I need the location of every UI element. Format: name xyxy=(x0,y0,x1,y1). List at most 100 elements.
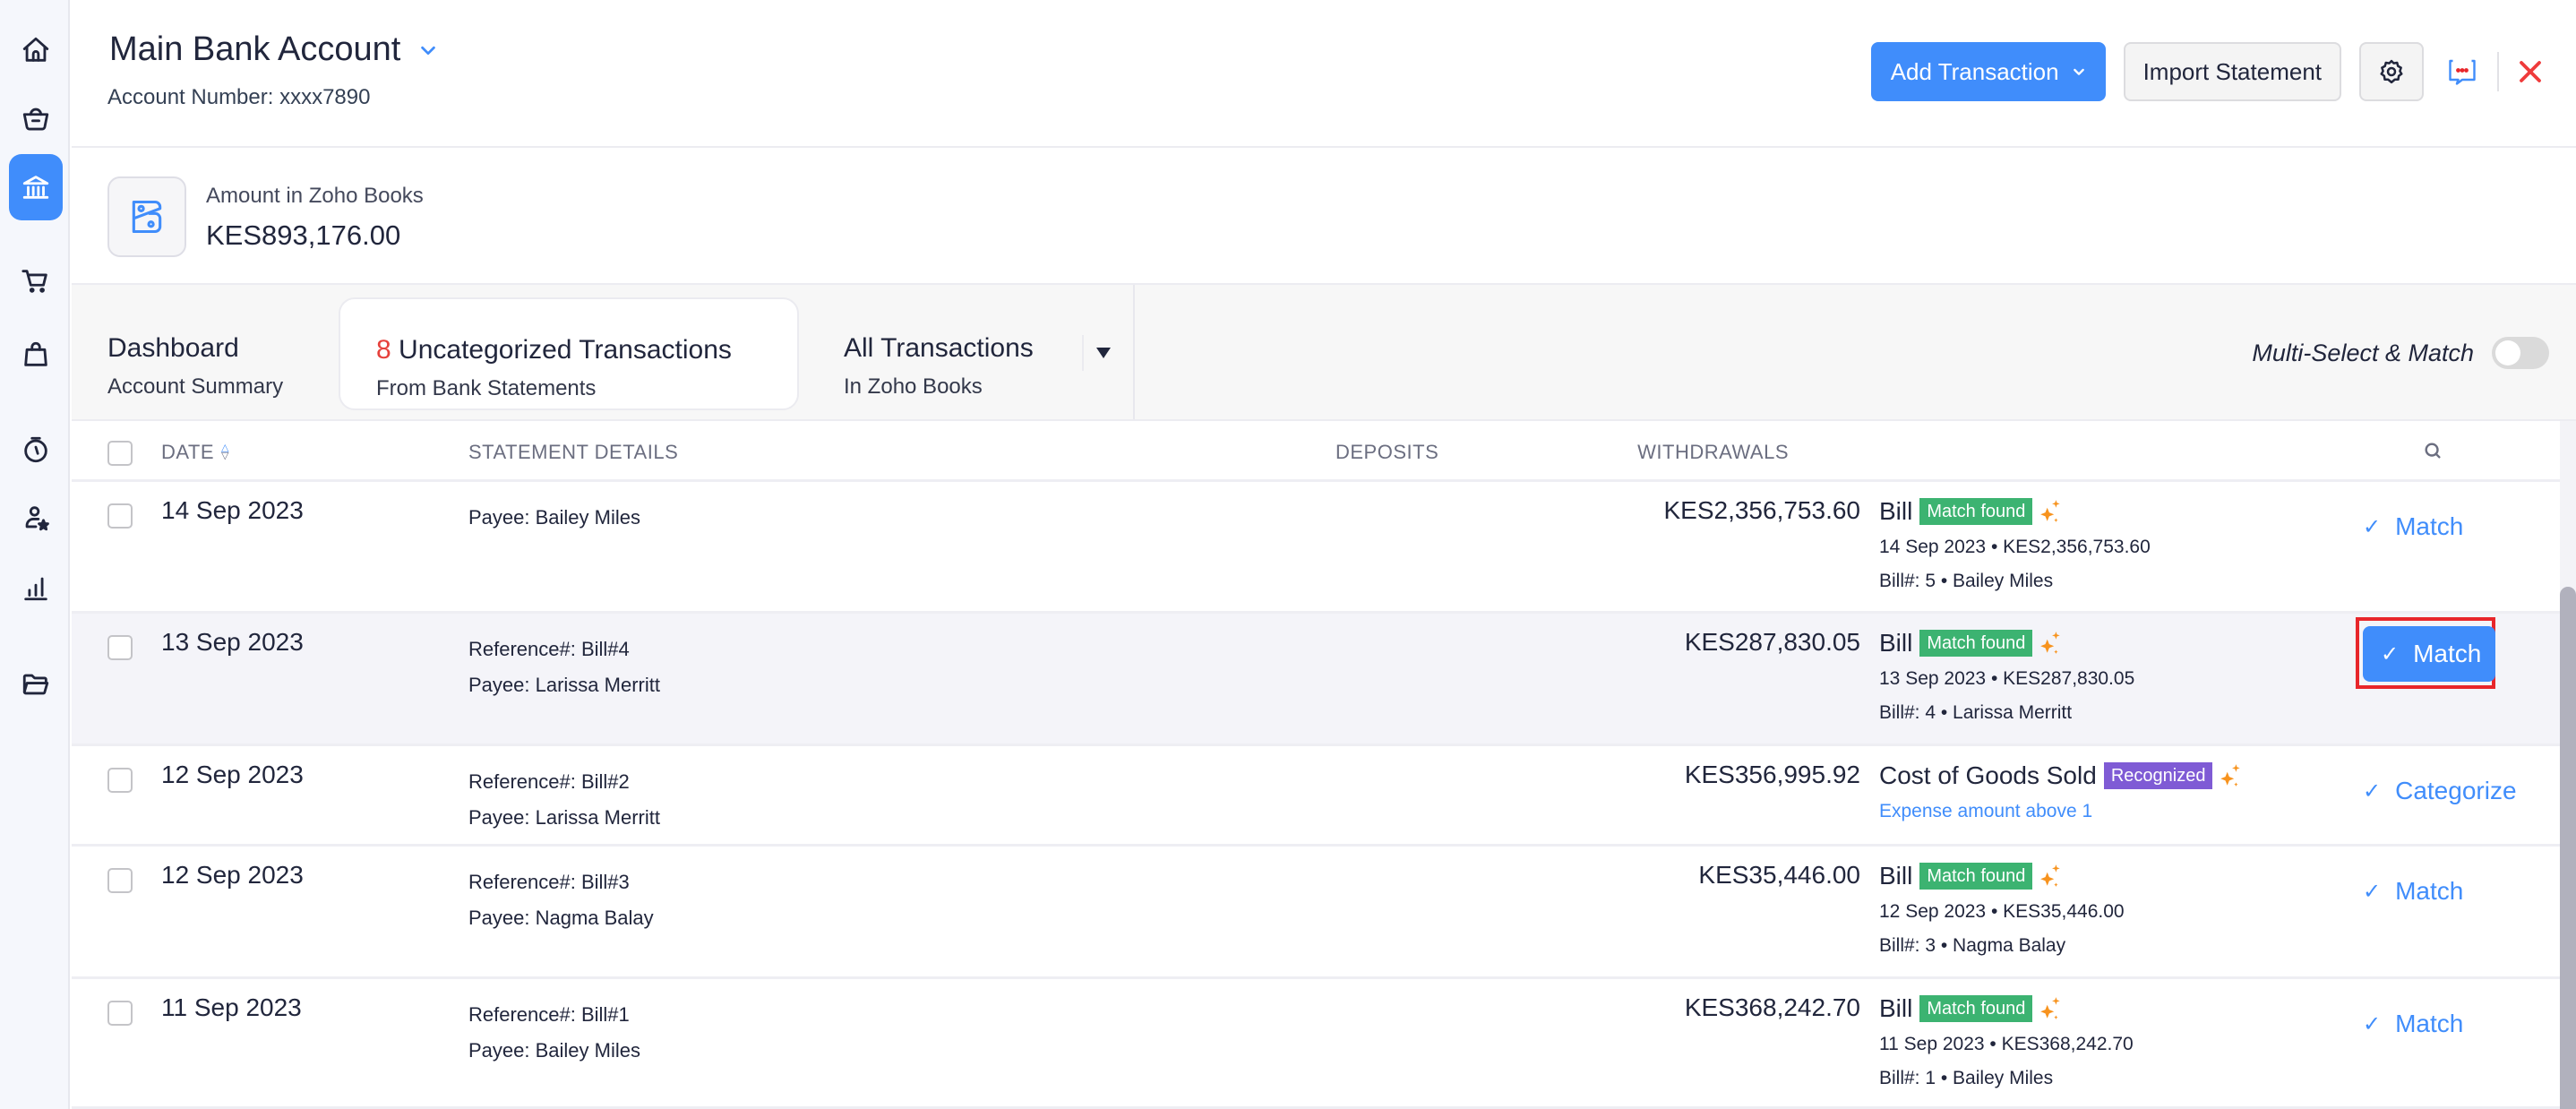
column-date-label: DATE xyxy=(161,441,215,463)
table-header: DATE △ ▽ STATEMENT DETAILS DEPOSITS WITHD… xyxy=(72,421,2560,482)
sidebar-item-items[interactable] xyxy=(9,91,63,145)
bar-chart-icon xyxy=(24,577,47,601)
match-suggestion: Bill Match found 11 Sep 2023 • KES368,24… xyxy=(1879,992,2134,1096)
sidebar-item-documents[interactable] xyxy=(9,658,63,711)
match-button[interactable]: ✓ Match xyxy=(2363,626,2496,682)
tab-dropdown-button[interactable] xyxy=(1082,335,1111,371)
withdrawal-amount: KES287,830.05 xyxy=(1684,628,1860,656)
sidebar-item-sales[interactable] xyxy=(9,254,63,308)
sidebar-item-home[interactable] xyxy=(9,23,63,77)
account-number: Account Number: xxxx7890 xyxy=(107,85,371,109)
tab-all-transactions[interactable]: All Transactions In Zoho Books xyxy=(844,297,1095,410)
column-date[interactable]: DATE △ ▽ xyxy=(161,441,229,464)
statement-detail-line: Payee: Larissa Merritt xyxy=(468,806,660,829)
chat-feedback-icon xyxy=(2449,59,2476,85)
amount-summary: Amount in Zoho Books KES893,176.00 xyxy=(72,148,2576,285)
match-detail-line: Bill#: 4 • Larissa Merritt xyxy=(1879,702,2073,723)
home-icon xyxy=(22,37,49,62)
sidebar-item-reports[interactable] xyxy=(9,561,63,615)
table-row[interactable]: 13 Sep 2023 Reference#: Bill#4 Payee: Lar… xyxy=(72,614,2560,746)
sidebar-item-time-tracking[interactable] xyxy=(9,423,63,477)
import-statement-button[interactable]: Import Statement xyxy=(2123,42,2341,101)
settings-button[interactable] xyxy=(2359,42,2424,101)
sidebar-item-purchases[interactable] xyxy=(9,328,63,382)
match-detail-line: Bill#: 3 • Nagma Balay xyxy=(1879,935,2066,956)
tab-all-title: All Transactions xyxy=(844,333,1034,363)
tab-all-subtitle: In Zoho Books xyxy=(844,374,983,399)
match-button[interactable]: ✓ Match xyxy=(2363,864,2483,918)
caret-down-icon xyxy=(1096,348,1111,358)
chevron-down-icon xyxy=(421,46,436,55)
tab-uncategorized[interactable]: 8 Uncategorized Transactions From Bank S… xyxy=(339,297,799,410)
statement-detail-line: Reference#: Bill#1 xyxy=(468,1003,630,1026)
sidebar-item-accountant[interactable] xyxy=(9,491,63,545)
statement-details: Reference#: Bill#4 Payee: Larissa Merritt xyxy=(468,632,660,703)
search-icon xyxy=(2425,443,2441,459)
row-checkbox[interactable] xyxy=(107,868,133,893)
ai-sparkle-icon xyxy=(2220,764,2241,787)
tab-dashboard-title: Dashboard xyxy=(107,333,239,363)
row-date: 12 Sep 2023 xyxy=(161,861,304,889)
statement-details: Reference#: Bill#1 Payee: Bailey Miles xyxy=(468,997,640,1069)
column-statement-details: STATEMENT DETAILS xyxy=(468,441,679,463)
shopping-bag-icon xyxy=(24,341,47,366)
match-detail-line: Bill#: 1 • Bailey Miles xyxy=(1879,1068,2054,1088)
withdrawal-amount: KES35,446.00 xyxy=(1698,861,1860,889)
table-search-button[interactable] xyxy=(2423,441,2443,465)
table-row[interactable]: 14 Sep 2023 Payee: Bailey Miles KES2,356… xyxy=(72,482,2560,614)
multi-select-label: Multi-Select & Match xyxy=(2252,339,2474,366)
row-date: 13 Sep 2023 xyxy=(161,628,304,656)
column-deposits: DEPOSITS xyxy=(1335,441,1439,463)
statement-detail-line: Reference#: Bill#3 xyxy=(468,871,630,893)
table-row[interactable]: 12 Sep 2023 Reference#: Bill#3 Payee: Nag… xyxy=(72,847,2560,979)
user-star-icon xyxy=(25,506,49,531)
tab-dashboard-subtitle: Account Summary xyxy=(107,374,284,399)
statement-details: Payee: Bailey Miles xyxy=(468,500,640,536)
select-all-checkbox[interactable] xyxy=(107,441,133,466)
sort-icon: △ ▽ xyxy=(221,443,230,461)
match-type: Bill xyxy=(1879,994,1913,1022)
account-switcher[interactable]: Main Bank Account xyxy=(109,30,438,69)
row-date: 11 Sep 2023 xyxy=(161,993,302,1021)
match-button[interactable]: ✓ Match xyxy=(2363,500,2483,554)
ai-sparkle-icon xyxy=(2040,500,2061,522)
ai-sparkle-icon xyxy=(2040,997,2061,1019)
table-row[interactable]: 11 Sep 2023 Reference#: Bill#1 Payee: Bai… xyxy=(72,979,2560,1109)
sidebar-item-banking[interactable] xyxy=(9,154,63,220)
add-transaction-button[interactable]: Add Transaction xyxy=(1870,42,2106,101)
table-row[interactable]: 12 Sep 2023 Reference#: Bill#2 Payee: Lar… xyxy=(72,746,2560,847)
action-label: Match xyxy=(2395,512,2464,540)
match-detail-line: 13 Sep 2023 • KES287,830.05 xyxy=(1879,668,2135,689)
ai-sparkle-icon xyxy=(2040,632,2061,654)
match-detail-line: 14 Sep 2023 • KES2,356,753.60 xyxy=(1879,537,2151,557)
statement-detail-line: Payee: Larissa Merritt xyxy=(468,674,660,696)
statement-detail-line: Payee: Bailey Miles xyxy=(468,506,640,529)
rule-link[interactable]: Expense amount above 1 xyxy=(1879,795,2243,829)
row-checkbox[interactable] xyxy=(107,635,133,660)
add-transaction-label: Add Transaction xyxy=(1890,57,2059,85)
amount-label: Amount in Zoho Books xyxy=(206,184,424,208)
match-type: Bill xyxy=(1879,497,1913,525)
match-type: Cost of Goods Sold xyxy=(1879,761,2097,789)
row-checkbox[interactable] xyxy=(107,768,133,793)
zoho-books-icon xyxy=(132,200,162,234)
header-divider xyxy=(2497,52,2499,91)
row-checkbox[interactable] xyxy=(107,1001,133,1026)
close-button[interactable] xyxy=(2508,49,2553,94)
scrollbar-thumb[interactable] xyxy=(2560,587,2576,1109)
tab-dashboard[interactable]: Dashboard Account Summary xyxy=(107,297,322,410)
check-icon: ✓ xyxy=(2363,879,2382,904)
multi-select-toggle[interactable] xyxy=(2492,337,2549,369)
row-checkbox[interactable] xyxy=(107,503,133,529)
chevron-down-icon xyxy=(2073,68,2084,75)
zoho-books-logo xyxy=(107,176,186,257)
status-badge: Match found xyxy=(1919,995,2033,1022)
ai-sparkle-icon xyxy=(2040,864,2061,887)
statement-detail-line: Payee: Bailey Miles xyxy=(468,1039,640,1062)
match-button[interactable]: ✓ Match xyxy=(2363,997,2483,1051)
categorize-button[interactable]: ✓ Categorize xyxy=(2363,764,2537,818)
status-badge: Match found xyxy=(1919,498,2033,525)
row-date: 12 Sep 2023 xyxy=(161,761,304,788)
feedback-button[interactable] xyxy=(2440,49,2485,94)
statement-details: Reference#: Bill#2 Payee: Larissa Merritt xyxy=(468,764,660,836)
